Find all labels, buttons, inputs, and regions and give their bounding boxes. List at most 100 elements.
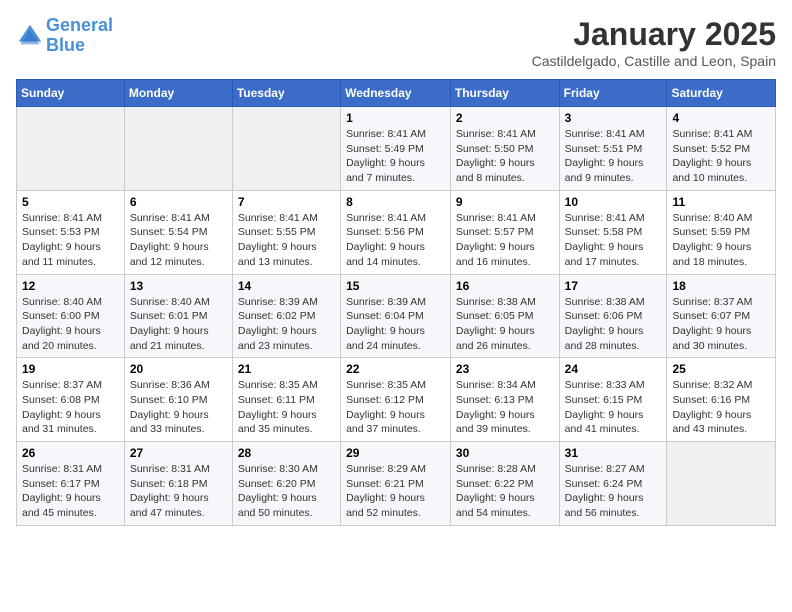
day-info: Sunrise: 8:27 AMSunset: 6:24 PMDaylight:…: [565, 462, 662, 521]
week-row-1: 1 Sunrise: 8:41 AMSunset: 5:49 PMDaylight…: [17, 107, 776, 191]
day-cell: 15Sunrise: 8:39 AMSunset: 6:04 PMDayligh…: [341, 274, 451, 358]
day-cell: 8 Sunrise: 8:41 AMSunset: 5:56 PMDaylight…: [341, 190, 451, 274]
day-info: Sunrise: 8:40 AMSunset: 6:00 PMDaylight:…: [22, 295, 119, 354]
day-cell: 10Sunrise: 8:41 AMSunset: 5:58 PMDayligh…: [559, 190, 667, 274]
day-number: 5: [22, 195, 119, 209]
day-cell: 5 Sunrise: 8:41 AMSunset: 5:53 PMDaylight…: [17, 190, 125, 274]
day-number: 23: [456, 362, 554, 376]
calendar-table: SundayMondayTuesdayWednesdayThursdayFrid…: [16, 79, 776, 526]
day-cell: 11 Sunrise: 8:40 AMSunset: 5:59 PMDayligh…: [667, 190, 776, 274]
day-cell: 19Sunrise: 8:37 AMSunset: 6:08 PMDayligh…: [17, 358, 125, 442]
day-info: Sunrise: 8:38 AMSunset: 6:06 PMDaylight:…: [565, 295, 662, 354]
day-cell: 25Sunrise: 8:32 AMSunset: 6:16 PMDayligh…: [667, 358, 776, 442]
day-cell: [124, 107, 232, 191]
calendar-body: 1 Sunrise: 8:41 AMSunset: 5:49 PMDaylight…: [17, 107, 776, 526]
day-number: 30: [456, 446, 554, 460]
day-number: 28: [238, 446, 335, 460]
day-info: Sunrise: 8:31 AMSunset: 6:17 PMDaylight:…: [22, 462, 119, 521]
title-block: January 2025 Castildelgado, Castille and…: [532, 16, 776, 69]
day-info: Sunrise: 8:34 AMSunset: 6:13 PMDaylight:…: [456, 378, 554, 437]
logo-icon: [16, 22, 44, 50]
day-cell: 28 Sunrise: 8:30 AMSunset: 6:20 PMDayligh…: [232, 442, 340, 526]
day-number: 6: [130, 195, 227, 209]
day-info: Sunrise: 8:41 AMSunset: 5:57 PMDaylight:…: [456, 211, 554, 270]
day-number: 27: [130, 446, 227, 460]
day-number: 16: [456, 279, 554, 293]
day-info: Sunrise: 8:37 AMSunset: 6:07 PMDaylight:…: [672, 295, 770, 354]
location-subtitle: Castildelgado, Castille and Leon, Spain: [532, 53, 776, 69]
day-cell: 1 Sunrise: 8:41 AMSunset: 5:49 PMDaylight…: [341, 107, 451, 191]
week-row-2: 5 Sunrise: 8:41 AMSunset: 5:53 PMDaylight…: [17, 190, 776, 274]
header-row: SundayMondayTuesdayWednesdayThursdayFrid…: [17, 80, 776, 107]
header-day-monday: Monday: [124, 80, 232, 107]
day-number: 15: [346, 279, 445, 293]
day-info: Sunrise: 8:36 AMSunset: 6:10 PMDaylight:…: [130, 378, 227, 437]
day-cell: 17 Sunrise: 8:38 AMSunset: 6:06 PMDayligh…: [559, 274, 667, 358]
day-number: 25: [672, 362, 770, 376]
day-cell: 20Sunrise: 8:36 AMSunset: 6:10 PMDayligh…: [124, 358, 232, 442]
day-number: 14: [238, 279, 335, 293]
header-day-sunday: Sunday: [17, 80, 125, 107]
day-info: Sunrise: 8:41 AMSunset: 5:56 PMDaylight:…: [346, 211, 445, 270]
day-info: Sunrise: 8:41 AMSunset: 5:51 PMDaylight:…: [565, 127, 662, 186]
logo: General Blue: [16, 16, 113, 56]
day-number: 22: [346, 362, 445, 376]
day-number: 29: [346, 446, 445, 460]
day-info: Sunrise: 8:40 AMSunset: 6:01 PMDaylight:…: [130, 295, 227, 354]
day-cell: 16 Sunrise: 8:38 AMSunset: 6:05 PMDayligh…: [450, 274, 559, 358]
day-info: Sunrise: 8:39 AMSunset: 6:02 PMDaylight:…: [238, 295, 335, 354]
month-title: January 2025: [532, 16, 776, 53]
day-cell: 22 Sunrise: 8:35 AMSunset: 6:12 PMDayligh…: [341, 358, 451, 442]
day-cell: 26 Sunrise: 8:31 AMSunset: 6:17 PMDayligh…: [17, 442, 125, 526]
day-info: Sunrise: 8:41 AMSunset: 5:58 PMDaylight:…: [565, 211, 662, 270]
day-cell: 23 Sunrise: 8:34 AMSunset: 6:13 PMDayligh…: [450, 358, 559, 442]
day-number: 9: [456, 195, 554, 209]
week-row-4: 19Sunrise: 8:37 AMSunset: 6:08 PMDayligh…: [17, 358, 776, 442]
header-day-thursday: Thursday: [450, 80, 559, 107]
day-cell: [667, 442, 776, 526]
day-cell: 27 Sunrise: 8:31 AMSunset: 6:18 PMDayligh…: [124, 442, 232, 526]
day-cell: 30 Sunrise: 8:28 AMSunset: 6:22 PMDayligh…: [450, 442, 559, 526]
day-cell: 2Sunrise: 8:41 AMSunset: 5:50 PMDaylight…: [450, 107, 559, 191]
day-cell: 4 Sunrise: 8:41 AMSunset: 5:52 PMDaylight…: [667, 107, 776, 191]
day-cell: [17, 107, 125, 191]
day-number: 19: [22, 362, 119, 376]
day-info: Sunrise: 8:29 AMSunset: 6:21 PMDaylight:…: [346, 462, 445, 521]
day-info: Sunrise: 8:41 AMSunset: 5:53 PMDaylight:…: [22, 211, 119, 270]
day-info: Sunrise: 8:30 AMSunset: 6:20 PMDaylight:…: [238, 462, 335, 521]
day-info: Sunrise: 8:40 AMSunset: 5:59 PMDaylight:…: [672, 211, 770, 270]
header-day-friday: Friday: [559, 80, 667, 107]
day-info: Sunrise: 8:35 AMSunset: 6:11 PMDaylight:…: [238, 378, 335, 437]
day-number: 31: [565, 446, 662, 460]
day-number: 26: [22, 446, 119, 460]
day-cell: [232, 107, 340, 191]
day-info: Sunrise: 8:41 AMSunset: 5:52 PMDaylight:…: [672, 127, 770, 186]
day-info: Sunrise: 8:41 AMSunset: 5:55 PMDaylight:…: [238, 211, 335, 270]
day-number: 17: [565, 279, 662, 293]
calendar-header: SundayMondayTuesdayWednesdayThursdayFrid…: [17, 80, 776, 107]
day-cell: 3Sunrise: 8:41 AMSunset: 5:51 PMDaylight…: [559, 107, 667, 191]
day-number: 7: [238, 195, 335, 209]
day-cell: 31 Sunrise: 8:27 AMSunset: 6:24 PMDayligh…: [559, 442, 667, 526]
day-info: Sunrise: 8:28 AMSunset: 6:22 PMDaylight:…: [456, 462, 554, 521]
day-cell: 12 Sunrise: 8:40 AMSunset: 6:00 PMDayligh…: [17, 274, 125, 358]
day-number: 4: [672, 111, 770, 125]
day-cell: 7 Sunrise: 8:41 AMSunset: 5:55 PMDaylight…: [232, 190, 340, 274]
day-number: 1: [346, 111, 445, 125]
day-number: 11: [672, 195, 770, 209]
day-info: Sunrise: 8:38 AMSunset: 6:05 PMDaylight:…: [456, 295, 554, 354]
day-cell: 29 Sunrise: 8:29 AMSunset: 6:21 PMDayligh…: [341, 442, 451, 526]
day-info: Sunrise: 8:35 AMSunset: 6:12 PMDaylight:…: [346, 378, 445, 437]
header-day-saturday: Saturday: [667, 80, 776, 107]
day-info: Sunrise: 8:31 AMSunset: 6:18 PMDaylight:…: [130, 462, 227, 521]
day-number: 8: [346, 195, 445, 209]
day-info: Sunrise: 8:41 AMSunset: 5:49 PMDaylight:…: [346, 127, 445, 186]
day-info: Sunrise: 8:41 AMSunset: 5:54 PMDaylight:…: [130, 211, 227, 270]
day-cell: 13 Sunrise: 8:40 AMSunset: 6:01 PMDayligh…: [124, 274, 232, 358]
day-info: Sunrise: 8:33 AMSunset: 6:15 PMDaylight:…: [565, 378, 662, 437]
day-number: 12: [22, 279, 119, 293]
day-info: Sunrise: 8:41 AMSunset: 5:50 PMDaylight:…: [456, 127, 554, 186]
day-number: 24: [565, 362, 662, 376]
header-day-wednesday: Wednesday: [341, 80, 451, 107]
day-number: 13: [130, 279, 227, 293]
